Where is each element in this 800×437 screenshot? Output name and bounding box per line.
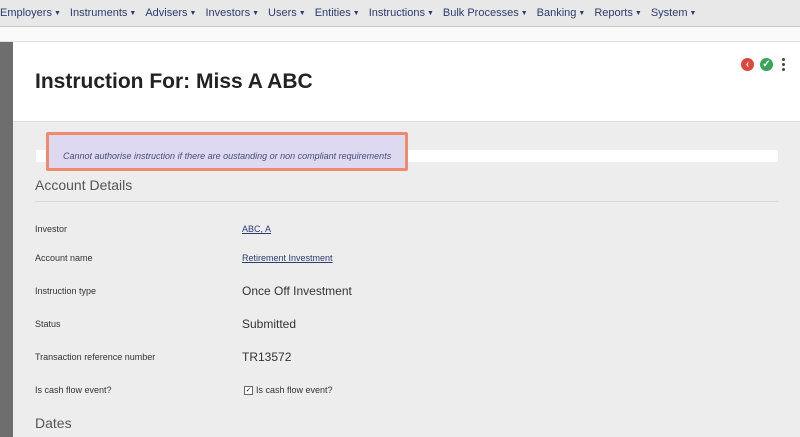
chevron-left-icon: ‹ xyxy=(745,58,750,70)
nav-label: Reports xyxy=(594,7,633,19)
status-value: Submitted xyxy=(242,317,297,331)
nav-label: System xyxy=(650,7,688,19)
cash-flow-checkbox-group: ✓ Is cash flow event? xyxy=(244,385,333,395)
nav-label: Instructions xyxy=(368,7,425,19)
nav-label: Advisers xyxy=(145,7,188,19)
nav-instruments[interactable]: Instruments ▼ xyxy=(70,7,136,19)
nav-label: Bulk Processes xyxy=(442,7,519,19)
account-name-label: Account name xyxy=(35,253,93,263)
validation-message: Cannot authorise instruction if there ar… xyxy=(63,151,392,161)
account-details-heading: Account Details xyxy=(35,177,133,193)
cash-flow-checkbox-label: Is cash flow event? xyxy=(256,385,333,395)
dates-heading: Dates xyxy=(35,415,72,431)
nav-advisers[interactable]: Advisers ▼ xyxy=(145,7,196,19)
top-nav: Employers ▼ Instruments ▼ Advisers ▼ Invest… xyxy=(0,0,800,27)
caret-down-icon: ▼ xyxy=(53,9,61,17)
instruction-type-label: Instruction type xyxy=(35,286,97,296)
more-options-icon[interactable] xyxy=(781,57,785,72)
txn-ref-label: Transaction reference number xyxy=(35,352,156,362)
header-actions: ‹ ✓ xyxy=(735,57,785,72)
nav-label: Employers xyxy=(0,7,52,19)
caret-down-icon: ▼ xyxy=(189,9,197,17)
caret-down-icon: ▼ xyxy=(129,9,137,17)
caret-down-icon: ▼ xyxy=(252,9,260,17)
nav-instructions[interactable]: Instructions ▼ xyxy=(369,7,434,19)
investor-link[interactable]: ABC, A xyxy=(242,224,271,234)
caret-down-icon: ▼ xyxy=(578,9,586,17)
investor-label: Investor xyxy=(35,224,68,234)
caret-down-icon: ▼ xyxy=(689,9,697,17)
nav-label: Investors xyxy=(205,7,251,19)
cash-flow-label: Is cash flow event? xyxy=(35,385,112,395)
approve-button[interactable]: ✓ xyxy=(760,58,773,71)
check-icon: ✓ xyxy=(762,58,771,70)
caret-down-icon: ▼ xyxy=(634,9,642,17)
nav-banking[interactable]: Banking ▼ xyxy=(537,7,586,19)
nav-entities[interactable]: Entities ▼ xyxy=(315,7,360,19)
nav-users[interactable]: Users ▼ xyxy=(268,7,306,19)
page-header: Instruction For: Miss A ABC ‹ ✓ xyxy=(13,42,800,122)
nav-system[interactable]: System ▼ xyxy=(651,7,697,19)
section-divider xyxy=(35,201,778,202)
instruction-type-value: Once Off Investment xyxy=(242,284,352,298)
cash-flow-checkbox[interactable]: ✓ xyxy=(244,385,253,395)
nav-spacer xyxy=(0,27,800,42)
caret-down-icon: ▼ xyxy=(352,9,360,17)
caret-down-icon: ▼ xyxy=(298,9,306,17)
account-name-link[interactable]: Retirement Investment xyxy=(242,253,333,263)
caret-down-icon: ▼ xyxy=(520,9,528,17)
caret-down-icon: ▼ xyxy=(426,9,434,17)
status-label: Status xyxy=(35,319,61,329)
nav-bulk-processes[interactable]: Bulk Processes ▼ xyxy=(443,7,528,19)
nav-label: Instruments xyxy=(69,7,128,19)
nav-label: Users xyxy=(268,7,297,19)
txn-ref-value: TR13572 xyxy=(242,350,292,364)
nav-label: Entities xyxy=(314,7,351,19)
nav-employers[interactable]: Employers ▼ xyxy=(0,7,61,19)
left-sidebar-strip xyxy=(0,42,13,437)
page-title: Instruction For: Miss A ABC xyxy=(35,70,313,93)
nav-label: Banking xyxy=(536,7,577,19)
back-button[interactable]: ‹ xyxy=(741,58,754,71)
nav-reports[interactable]: Reports ▼ xyxy=(594,7,641,19)
nav-investors[interactable]: Investors ▼ xyxy=(205,7,259,19)
